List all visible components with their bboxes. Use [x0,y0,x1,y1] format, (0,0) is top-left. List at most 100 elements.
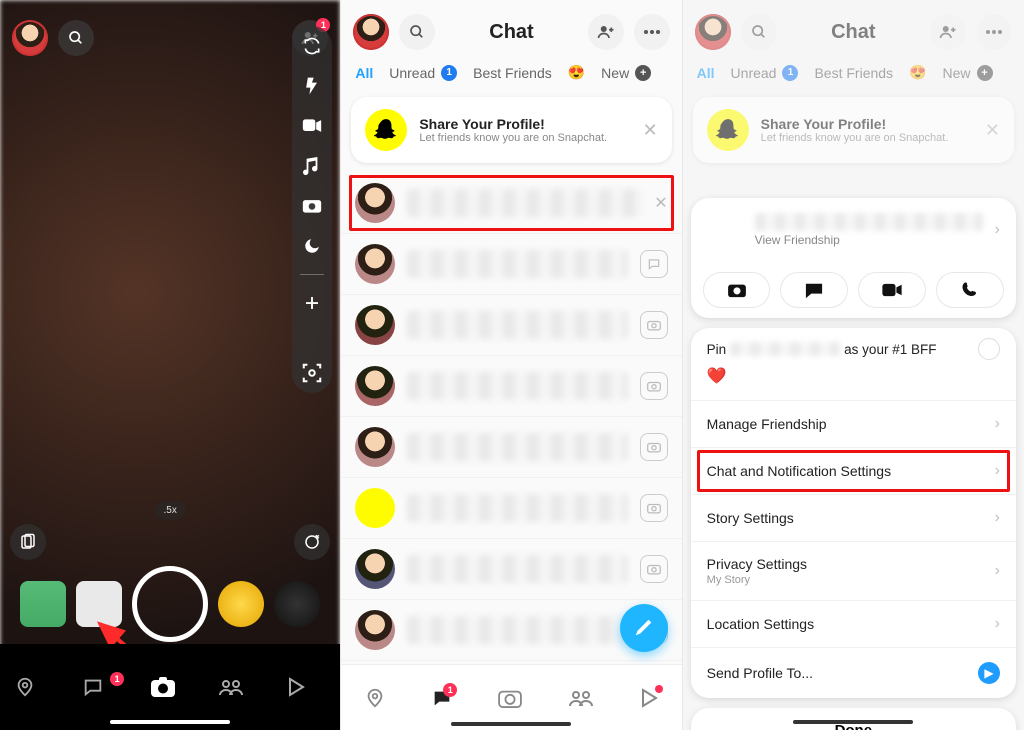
scan-icon[interactable] [300,361,324,385]
video-icon[interactable] [300,114,324,138]
lens-explorer-button[interactable] [294,524,330,560]
chat-row[interactable] [341,417,681,478]
tab-camera[interactable] [150,676,190,698]
dismiss-icon[interactable]: ✕ [654,193,667,213]
share-profile-promo[interactable]: Share Your Profile! Let friends know you… [351,97,671,163]
row-camera-icon[interactable] [640,555,668,583]
quick-call-button[interactable] [936,272,1004,308]
tab-chat-badge: 1 [110,672,124,686]
filter-unread[interactable]: Unread1 [389,65,457,81]
search-button[interactable] [399,14,435,50]
row-camera-icon[interactable] [640,433,668,461]
chat-row[interactable] [341,356,681,417]
friend-avatar [355,427,395,467]
send-profile-row[interactable]: Send Profile To...▶ [691,647,1016,698]
flip-camera-icon[interactable] [300,34,324,58]
chat-row[interactable] [341,295,681,356]
tab-spotlight[interactable] [286,676,326,698]
search-button [741,14,777,50]
memory-thumb[interactable] [20,581,66,627]
pin-bff-row[interactable]: Pin as your #1 BFF ❤️ [691,328,1016,400]
quick-chat-button[interactable] [780,272,848,308]
friend-name-redacted [407,311,627,339]
lens-thumb[interactable] [218,581,264,627]
tab-stories[interactable] [568,688,594,708]
filter-best-friends[interactable]: Best Friends [473,65,552,81]
story-settings-row[interactable]: Story Settings› [691,494,1016,541]
tab-spotlight[interactable] [639,687,659,709]
bottom-tabbar: 1 [0,644,340,730]
lens-thumb[interactable] [274,581,320,627]
tab-stories[interactable] [218,677,258,697]
search-button[interactable] [58,20,94,56]
tab-chat[interactable]: 1 [431,687,453,709]
bottom-tabbar: 1 [341,664,681,730]
radio-unselected-icon[interactable] [978,338,1000,360]
profile-avatar [695,14,731,50]
tab-map[interactable] [14,676,54,698]
filter-best-friends: Best Friends [814,65,893,81]
memories-button[interactable] [10,524,46,560]
new-chat-fab[interactable] [620,604,668,652]
music-icon[interactable] [300,154,324,178]
row-camera-icon[interactable] [640,494,668,522]
location-settings-row[interactable]: Location Settings› [691,600,1016,647]
send-arrow-icon: ▶ [978,662,1000,684]
view-friendship-row[interactable]: View Friendship › [691,198,1016,262]
manage-friendship-row[interactable]: Manage Friendship› [691,400,1016,447]
tab-chat-badge: 1 [443,683,457,697]
promo-subtitle: Let friends know you are on Snapchat. [419,132,630,144]
friend-name-redacted [407,189,642,217]
profile-avatar[interactable] [353,14,389,50]
row-camera-icon[interactable] [640,311,668,339]
pin-prefix: Pin [707,342,727,357]
filter-new[interactable]: New+ [601,65,651,81]
bff-emoji-icon: 😍 [909,64,926,81]
camera-tool-rail [292,26,332,393]
privacy-settings-row[interactable]: Privacy SettingsMy Story› [691,541,1016,600]
add-tool-icon[interactable] [300,291,324,315]
chevron-right-icon: › [995,221,1000,239]
flash-icon[interactable] [300,74,324,98]
profile-avatar[interactable] [12,20,48,56]
friend-avatar [355,366,395,406]
promo-close-icon[interactable]: ✕ [643,120,658,141]
shutter-button[interactable] [132,566,208,642]
camera-top-bar: 1 [0,10,340,66]
night-mode-icon[interactable] [300,234,324,258]
chat-notification-settings-row[interactable]: Chat and Notification Settings› [691,447,1016,494]
tab-camera[interactable] [498,688,522,708]
home-indicator [793,720,913,724]
chat-row[interactable] [341,478,681,539]
home-indicator [110,720,230,724]
done-button[interactable]: Done [691,708,1016,730]
quick-video-button[interactable] [858,272,926,308]
chat-row[interactable]: ✕ [341,173,681,234]
chevron-right-icon: › [995,562,1000,580]
friend-avatar [355,549,395,589]
row-camera-icon[interactable] [640,372,668,400]
friend-name-redacted [407,555,627,583]
dual-camera-icon[interactable] [300,194,324,218]
more-button[interactable] [634,14,670,50]
zoom-indicator[interactable]: .5x [155,501,184,520]
tab-chat[interactable]: 1 [82,676,122,698]
filter-unread: Unread1 [731,65,799,81]
row-chat-icon[interactable] [640,250,668,278]
add-friend-button[interactable] [588,14,624,50]
unread-count-badge: 1 [441,65,457,81]
heart-icon: ❤️ [707,366,1000,386]
quick-snap-button[interactable] [703,272,771,308]
friend-name-redacted [407,433,627,461]
quick-actions [691,262,1016,318]
spotlight-dot-badge [655,685,663,693]
filter-all[interactable]: All [355,65,373,81]
chat-row[interactable] [341,234,681,295]
friend-card: View Friendship › [691,198,1016,318]
chat-row[interactable] [341,539,681,600]
memory-thumb[interactable] [76,581,122,627]
pane-camera: 1 .5x [0,0,341,730]
add-friend-button [930,14,966,50]
tab-map[interactable] [364,687,386,709]
chevron-right-icon: › [995,462,1000,480]
